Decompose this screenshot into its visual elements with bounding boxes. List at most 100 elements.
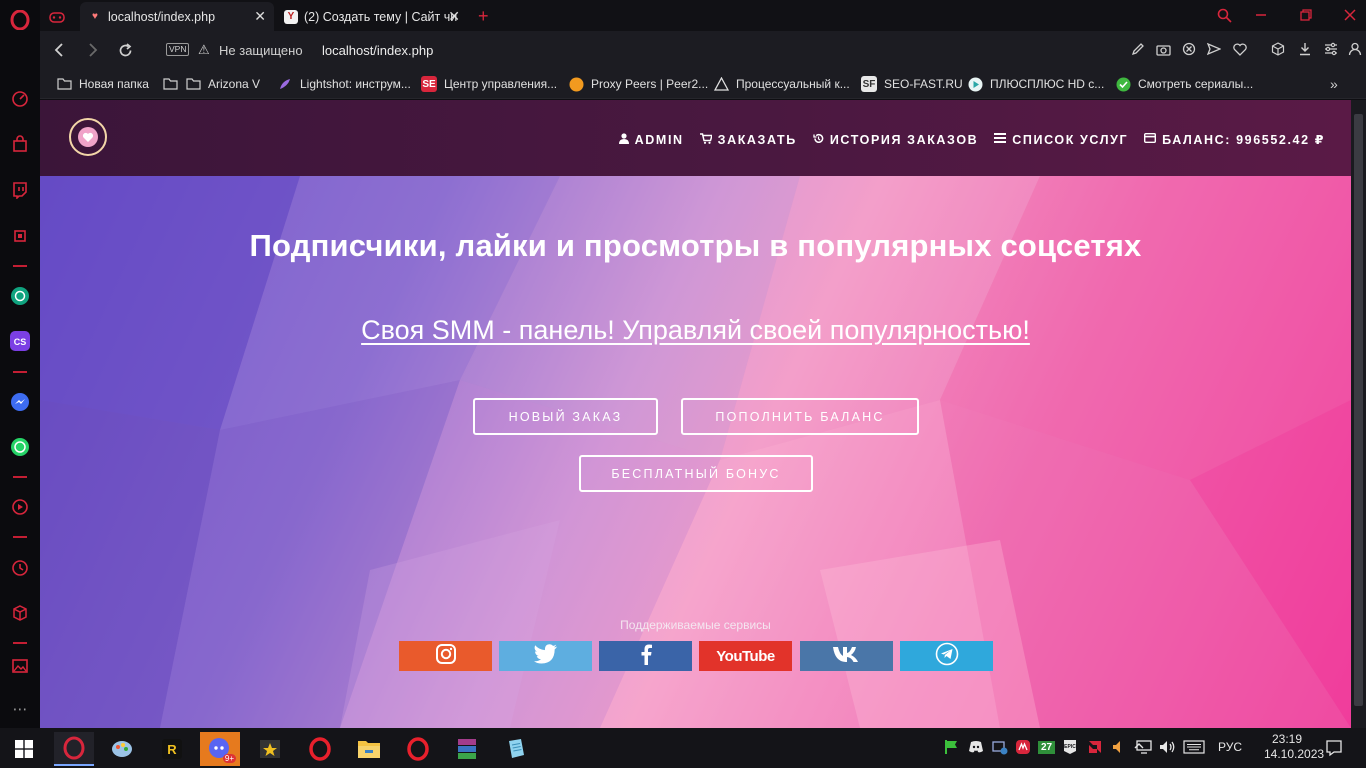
send-icon[interactable] xyxy=(1205,40,1223,58)
tab-forum[interactable]: Y (2) Создать тему | Сайт чи ✕ xyxy=(276,2,468,31)
taskbar-explorer-icon[interactable] xyxy=(349,732,389,766)
camera-icon[interactable] xyxy=(1154,40,1172,58)
instagram-service-button[interactable] xyxy=(399,641,492,671)
tray-counter-badge[interactable]: 27 xyxy=(1038,739,1056,754)
telegram-icon xyxy=(935,642,959,671)
whatsapp-icon[interactable] xyxy=(9,436,31,458)
adblock-icon[interactable] xyxy=(1180,40,1198,58)
gallery-icon[interactable] xyxy=(9,655,31,677)
free-bonus-button[interactable]: БЕСПЛАТНЫЙ БОНУС xyxy=(579,455,813,492)
vk-service-button[interactable] xyxy=(800,641,893,671)
cube-icon[interactable] xyxy=(9,602,31,624)
taskbar-opera-icon[interactable] xyxy=(300,732,340,766)
extensions-icon[interactable] xyxy=(1269,40,1287,58)
chatgpt-icon[interactable] xyxy=(9,285,31,307)
taskbar-movies-icon[interactable] xyxy=(250,732,290,766)
bookmark-item[interactable]: Proxy Peers | Peer2... xyxy=(568,75,708,93)
page-scrollbar[interactable] xyxy=(1351,100,1366,728)
warning-icon[interactable]: ⚠ xyxy=(198,42,210,58)
security-status[interactable]: Не защищено xyxy=(219,43,303,58)
facebook-icon xyxy=(640,643,652,670)
back-icon[interactable] xyxy=(48,39,70,61)
close-window-icon[interactable] xyxy=(1338,4,1362,26)
easy-setup-icon[interactable] xyxy=(1322,40,1340,58)
menu-balance[interactable]: БАЛАНС: 996552.42 ₽ xyxy=(1144,132,1325,147)
bookmark-item[interactable]: Lightshot: инструм... xyxy=(277,75,411,93)
menu-order-history[interactable]: ИСТОРИЯ ЗАКАЗОВ xyxy=(813,132,978,147)
bookmark-item[interactable]: Arizona V xyxy=(162,75,260,93)
heart-logo-icon[interactable] xyxy=(69,118,107,156)
chip-icon[interactable] xyxy=(9,225,31,247)
taskbar-notes-icon[interactable] xyxy=(496,732,536,766)
sidebar-divider xyxy=(13,371,27,373)
reload-icon[interactable] xyxy=(114,39,136,61)
more-bookmarks-icon[interactable]: » xyxy=(1330,75,1338,93)
bookmark-item[interactable]: SE Центр управления... xyxy=(421,75,557,93)
taskbar-paint-icon[interactable] xyxy=(102,732,142,766)
workspaces-icon[interactable] xyxy=(44,2,70,31)
twitch-icon[interactable] xyxy=(9,179,31,201)
taskbar-rockstar-icon[interactable]: R xyxy=(152,732,192,766)
bookmark-item[interactable]: Новая папка xyxy=(56,75,149,93)
tray-volume-icon[interactable] xyxy=(1159,739,1177,758)
folder-icon xyxy=(56,76,72,92)
restore-icon[interactable] xyxy=(1294,4,1318,26)
cs-app-icon[interactable]: CS xyxy=(9,330,31,352)
new-tab-icon[interactable]: + xyxy=(478,2,502,31)
history-clock-icon[interactable] xyxy=(9,557,31,579)
forum-favicon-icon: Y xyxy=(284,9,298,24)
top-up-balance-button[interactable]: ПОПОЛНИТЬ БАЛАНС xyxy=(681,398,919,435)
tray-flag-icon[interactable] xyxy=(944,739,960,758)
tray-app-icon[interactable] xyxy=(1015,739,1031,758)
windows-start-icon[interactable] xyxy=(4,732,44,766)
scrollbar-thumb[interactable] xyxy=(1354,114,1363,706)
menu-order[interactable]: ЗАКАЗАТЬ xyxy=(699,132,797,147)
menu-services-list[interactable]: СПИСОК УСЛУГ xyxy=(994,132,1128,147)
facebook-service-button[interactable] xyxy=(599,641,692,671)
player-icon[interactable] xyxy=(9,496,31,518)
close-tab-icon[interactable]: ✕ xyxy=(448,8,460,25)
tab-localhost[interactable]: ♥ localhost/index.php ✕ xyxy=(80,2,274,31)
download-icon[interactable] xyxy=(1296,40,1314,58)
tray-amd-icon[interactable] xyxy=(1087,739,1103,758)
shopping-bag-icon[interactable] xyxy=(9,133,31,155)
tray-clock[interactable]: 23:19 14.10.2023 xyxy=(1264,732,1324,762)
heart-icon[interactable] xyxy=(1231,40,1249,58)
forward-icon[interactable] xyxy=(82,39,104,61)
profile-icon[interactable] xyxy=(1346,40,1364,58)
hero-subtitle-link[interactable]: Своя SMM - панель! Управляй своей популя… xyxy=(40,315,1351,346)
edit-icon[interactable] xyxy=(1129,40,1147,58)
bookmark-item[interactable]: ПЛЮСПЛЮС HD с... xyxy=(967,75,1104,93)
notification-center-icon[interactable] xyxy=(1325,739,1343,760)
close-tab-icon[interactable]: ✕ xyxy=(254,8,266,25)
tray-speaker-icon[interactable] xyxy=(1111,739,1127,758)
bookmark-item[interactable]: SF SEO-FAST.RU xyxy=(861,75,963,93)
tray-keyboard-icon[interactable] xyxy=(1183,740,1205,757)
tray-network-settings-icon[interactable] xyxy=(992,739,1008,758)
bookmark-item[interactable]: Процессуальный к... xyxy=(713,75,850,93)
new-order-button[interactable]: НОВЫЙ ЗАКАЗ xyxy=(473,398,658,435)
tab-title: localhost/index.php xyxy=(108,9,216,24)
tray-display-icon[interactable] xyxy=(1136,739,1152,758)
speed-dial-icon[interactable] xyxy=(9,88,31,110)
youtube-service-button[interactable]: YouTube xyxy=(699,641,792,671)
twitter-service-button[interactable] xyxy=(499,641,592,671)
more-icon[interactable]: ⋯ xyxy=(9,698,31,720)
bookmark-item[interactable]: Смотреть сериалы... xyxy=(1115,75,1253,93)
menu-admin[interactable]: ADMIN xyxy=(618,132,684,147)
tray-language[interactable]: РУС xyxy=(1218,740,1242,754)
minimize-icon[interactable] xyxy=(1249,4,1273,26)
vpn-badge[interactable]: VPN xyxy=(166,43,190,56)
tray-epic-icon[interactable]: EPIC xyxy=(1063,739,1077,758)
tray-discord-icon[interactable] xyxy=(968,739,984,758)
taskbar-opera-gx-icon[interactable] xyxy=(54,732,94,766)
url-field[interactable]: localhost/index.php xyxy=(322,43,433,58)
taskbar-winrar-icon[interactable] xyxy=(447,732,487,766)
heart-favicon-icon: ♥ xyxy=(92,11,98,22)
messenger-icon[interactable] xyxy=(9,391,31,413)
search-tabs-icon[interactable] xyxy=(1212,4,1236,26)
telegram-service-button[interactable] xyxy=(900,641,993,671)
opera-logo-icon[interactable] xyxy=(9,9,31,31)
taskbar-opera-2-icon[interactable] xyxy=(398,732,438,766)
taskbar-discord-icon[interactable]: 9+ xyxy=(200,732,240,766)
